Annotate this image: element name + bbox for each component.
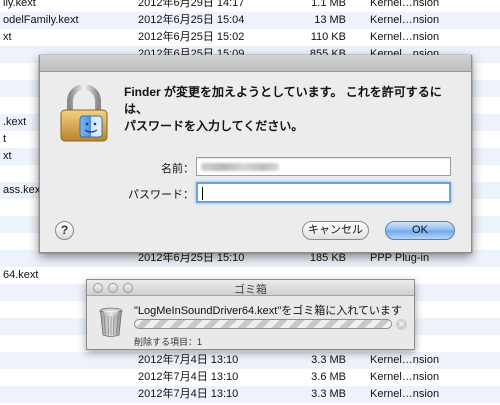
- trash-can-icon: [99, 307, 123, 337]
- password-field[interactable]: [196, 182, 451, 203]
- file-row[interactable]: xt 2012年6月25日 15:02 110 KB Kernel…nsion: [0, 29, 500, 46]
- trash-progress-message: "LogMeInSoundDriver64.kext"をゴミ箱に入れています: [134, 305, 402, 317]
- file-date: 2012年7月4日 13:10: [138, 388, 239, 400]
- file-kind: Kernel…nsion: [370, 31, 440, 43]
- file-row[interactable]: ily.kext 2012年6月29日 14:17 1.1 MB Kernel…nsi…: [0, 0, 500, 12]
- file-row[interactable]: 2012年7月4日 13:10 3.3 MB Kernel…nsion: [0, 386, 500, 403]
- trash-window-title: ゴミ箱: [234, 284, 267, 296]
- file-size: 3.3 MB: [311, 354, 346, 366]
- file-row[interactable]: odelFamily.kext 2012年6月25日 15:04 13 MB Kern…: [0, 12, 500, 29]
- name-label: 名前：: [161, 163, 194, 175]
- file-size: 3.3 MB: [311, 388, 346, 400]
- file-name: xt: [3, 31, 12, 43]
- file-size: 13 MB: [314, 14, 346, 26]
- file-size: 3.6 MB: [311, 371, 346, 383]
- file-date: 2012年6月25日 15:02: [138, 31, 245, 43]
- trash-progress-window: ゴミ箱 "LogMeInSoundDriver64.kext"をゴミ箱に入れてい…: [86, 279, 415, 350]
- cancel-button[interactable]: キャンセル: [302, 221, 369, 240]
- file-row[interactable]: 2012年7月4日 13:10 3.3 MB Kernel…nsion: [0, 352, 500, 369]
- file-kind: Kernel…nsion: [370, 371, 440, 383]
- trash-items-status: 削除する項目：1: [134, 337, 203, 347]
- authorization-dialog: Finder が変更を加えようとしています。 これを許可するには、 パスワードを…: [39, 55, 472, 253]
- auth-message-line-2: パスワードを入力してください。: [124, 119, 304, 133]
- file-row[interactable]: 2012年7月4日 13:10 3.6 MB Kernel…nsion: [0, 369, 500, 386]
- file-date: 2012年6月25日 15:04: [138, 14, 245, 26]
- auth-message: Finder が変更を加えようとしています。 これを許可するには、 パスワードを…: [124, 84, 464, 135]
- file-size: 110 KB: [310, 31, 346, 43]
- dialog-top-edge: [40, 55, 471, 72]
- file-name: 64.kext: [3, 269, 39, 281]
- file-name: odelFamily.kext: [3, 14, 79, 26]
- auth-message-line-1: Finder が変更を加えようとしています。 これを許可するには、: [124, 85, 442, 116]
- finder-lock-icon: [60, 85, 108, 142]
- name-field[interactable]: [196, 157, 451, 176]
- file-name: ass.kext: [3, 184, 44, 196]
- file-name: .kext: [3, 116, 27, 128]
- trash-progress-bar: [134, 319, 392, 329]
- file-date: 2012年7月4日 13:10: [138, 371, 239, 383]
- name-value-redacted: [201, 163, 279, 171]
- file-kind: Kernel…nsion: [370, 0, 440, 9]
- file-date: 2012年7月4日 13:10: [138, 354, 239, 366]
- file-kind: Kernel…nsion: [370, 388, 440, 400]
- file-kind: Kernel…nsion: [370, 14, 440, 26]
- trash-window-titlebar[interactable]: ゴミ箱: [87, 280, 414, 296]
- ok-button[interactable]: OK: [385, 221, 455, 240]
- file-name: xt: [3, 150, 12, 162]
- file-date: 2012年6月29日 14:17: [138, 0, 245, 9]
- file-name: t: [3, 133, 7, 145]
- stop-icon[interactable]: ✕: [396, 319, 407, 330]
- file-size: 1.1 MB: [311, 0, 346, 9]
- help-button[interactable]: ?: [55, 221, 74, 240]
- text-cursor: [202, 187, 203, 200]
- file-kind: Kernel…nsion: [370, 354, 440, 366]
- file-name: ily.kext: [3, 0, 36, 9]
- password-label: パスワード：: [128, 189, 194, 201]
